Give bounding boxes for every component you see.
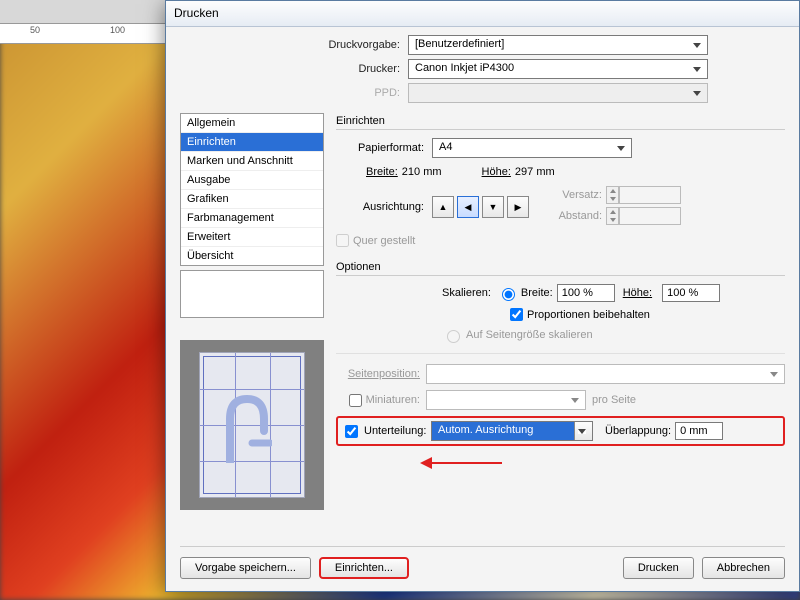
gap-label: Abstand: [550, 210, 606, 222]
cat-uebersicht[interactable]: Übersicht [181, 247, 323, 265]
tile-highlight: Unterteilung: Autom. Ausrichtung Überlap… [336, 416, 785, 446]
thumbnail-box [180, 270, 324, 318]
scale-label: Skalieren: [442, 287, 497, 299]
proportions-checkbox[interactable]: Proportionen beibehalten [510, 308, 650, 321]
quer-checkbox: Quer gestellt [336, 234, 755, 247]
paperformat-combo[interactable]: A4 [432, 138, 632, 158]
tile-mode-combo[interactable]: Autom. Ausrichtung [431, 421, 593, 441]
orientation-label: Ausrichtung: [336, 201, 432, 213]
offset-spinner [606, 186, 619, 204]
scale-width-input[interactable] [557, 284, 615, 302]
offset-label: Versatz: [550, 189, 606, 201]
ruler: 50 100 [0, 24, 165, 44]
pagepos-label: Seitenposition: [336, 368, 426, 380]
thumbnails-suffix: pro Seite [592, 394, 636, 406]
preview-artwork [222, 391, 272, 463]
cat-allgemein[interactable]: Allgemein [181, 114, 323, 133]
height-label: Höhe: [482, 166, 511, 178]
overlap-label: Überlappung: [605, 425, 671, 437]
annotation-arrow [430, 462, 502, 464]
printer-label: Drucker: [180, 63, 408, 75]
print-dialog: Drucken Druckvorgabe: [Benutzerdefiniert… [165, 0, 800, 592]
setup-button[interactable]: Einrichten... [319, 557, 409, 579]
fit-page-radio[interactable]: Auf Seitengröße skalieren [442, 327, 593, 343]
scale-height-label: Höhe: [623, 287, 658, 299]
page-preview [180, 340, 324, 510]
width-label: Breite: [366, 166, 398, 178]
orient-portrait-down-icon[interactable]: ▼ [482, 196, 504, 218]
gap-input [619, 207, 681, 225]
thumbnails-checkbox[interactable]: Miniaturen: [336, 394, 426, 407]
orient-landscape-left-icon[interactable]: ◀ [457, 196, 479, 218]
ruler-tick-100: 100 [110, 25, 125, 35]
paperformat-label: Papierformat: [336, 142, 432, 154]
overlap-input[interactable] [675, 422, 723, 440]
section-optionen: Optionen [336, 259, 785, 276]
thumbnails-combo [426, 390, 586, 410]
pagepos-combo [426, 364, 785, 384]
cat-marken[interactable]: Marken und Anschnitt [181, 152, 323, 171]
cat-ausgabe[interactable]: Ausgabe [181, 171, 323, 190]
save-preset-button[interactable]: Vorgabe speichern... [180, 557, 311, 579]
scale-width-radio[interactable]: Breite: [497, 285, 553, 301]
width-value: 210 mm [402, 166, 442, 178]
cat-erweitert[interactable]: Erweitert [181, 228, 323, 247]
height-value: 297 mm [515, 166, 555, 178]
offset-input [619, 186, 681, 204]
cancel-button[interactable]: Abbrechen [702, 557, 785, 579]
gap-spinner [606, 207, 619, 225]
tile-checkbox[interactable]: Unterteilung: [341, 422, 427, 441]
cat-einrichten[interactable]: Einrichten [181, 133, 323, 152]
preset-label: Druckvorgabe: [180, 39, 408, 51]
cat-grafiken[interactable]: Grafiken [181, 190, 323, 209]
print-button[interactable]: Drucken [623, 557, 694, 579]
category-list[interactable]: Allgemein Einrichten Marken und Anschnit… [180, 113, 324, 266]
ruler-tick-50: 50 [30, 25, 40, 35]
printer-combo[interactable]: Canon Inkjet iP4300 [408, 59, 708, 79]
ppd-label: PPD: [180, 87, 408, 99]
dialog-title: Drucken [166, 1, 799, 27]
preset-combo[interactable]: [Benutzerdefiniert] [408, 35, 708, 55]
cat-farbmanagement[interactable]: Farbmanagement [181, 209, 323, 228]
app-toolbar [0, 0, 165, 24]
section-einrichten: Einrichten [336, 113, 785, 130]
orient-portrait-up-icon[interactable]: ▲ [432, 196, 454, 218]
ppd-combo [408, 83, 708, 103]
orient-landscape-right-icon[interactable]: ▶ [507, 196, 529, 218]
scale-height-input[interactable] [662, 284, 720, 302]
